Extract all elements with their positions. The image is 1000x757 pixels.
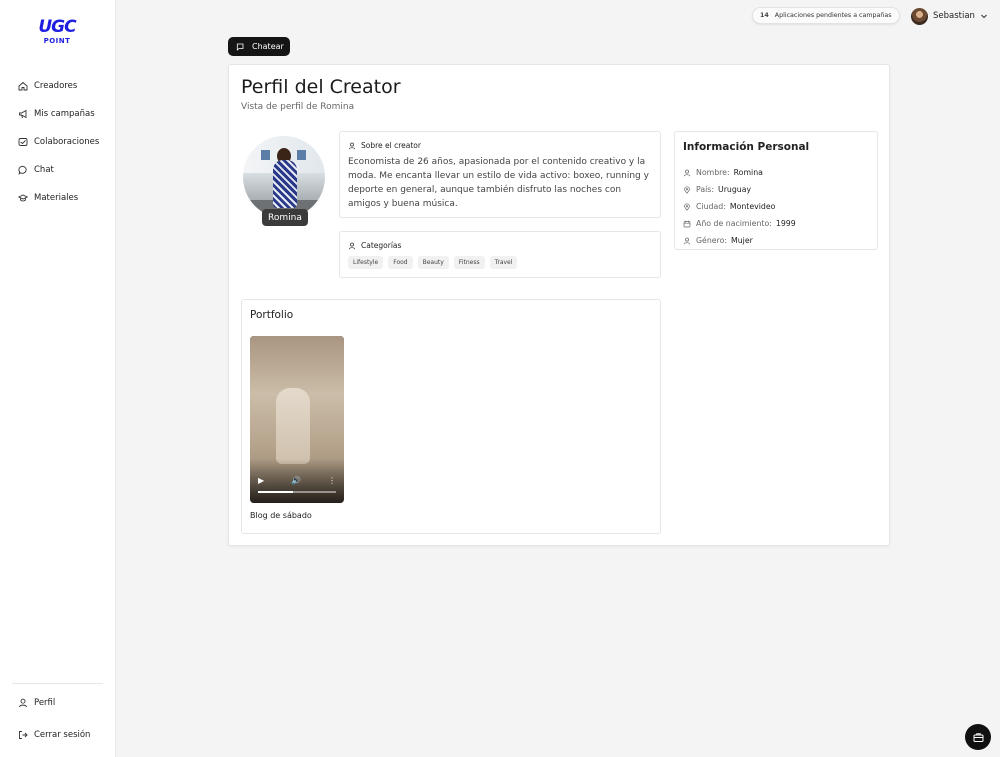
info-label: País:	[696, 185, 714, 194]
user-menu[interactable]: Sebastian	[911, 7, 988, 25]
about-text: Economista de 26 años, apasionada por el…	[348, 157, 649, 209]
user-icon	[683, 237, 691, 244]
sidebar-item-label: Cerrar sesión	[34, 730, 91, 740]
category-tag: Travel	[489, 256, 518, 269]
user-icon	[348, 242, 356, 249]
pending-applications-badge[interactable]: 14 Aplicaciones pendientes a campañas	[752, 7, 900, 24]
sidebar-item-creadores[interactable]: Creadores	[0, 72, 116, 100]
portfolio-video[interactable]: ▶ 🔊 ⋮	[250, 336, 344, 503]
sidebar-item-label: Colaboraciones	[34, 137, 100, 147]
logo-subtext: POINT	[43, 37, 71, 45]
more-options-icon[interactable]: ⋮	[328, 476, 336, 485]
category-tags: Lifestyle Food Beauty Fitness Travel	[348, 256, 518, 269]
chat-icon	[236, 43, 244, 51]
megaphone-icon	[17, 109, 28, 120]
profile-photo	[243, 136, 325, 218]
category-tag: Beauty	[417, 256, 449, 269]
about-section: Sobre el creator Economista de 26 años, …	[339, 131, 661, 218]
page-title: Perfil del Creator	[241, 76, 401, 98]
chevron-down-icon	[981, 14, 987, 19]
personal-info-section: Información Personal Nombre: Romina País…	[674, 131, 878, 250]
avatar	[911, 7, 928, 25]
about-heading: Sobre el creator	[348, 141, 421, 150]
info-value: Mujer	[731, 236, 753, 245]
sidebar-item-label: Perfil	[34, 698, 56, 708]
info-row-genero: Género: Mujer	[683, 232, 796, 249]
info-row-anio-nacimiento: Año de nacimiento: 1999	[683, 215, 796, 232]
info-value: Uruguay	[718, 185, 752, 194]
handshake-icon	[17, 137, 28, 148]
sidebar-item-perfil[interactable]: Perfil	[0, 691, 116, 715]
sidebar-item-label: Materiales	[34, 193, 79, 203]
play-icon[interactable]: ▶	[258, 476, 264, 485]
sidebar-item-colaboraciones[interactable]: Colaboraciones	[0, 128, 116, 156]
category-tag: Food	[388, 256, 413, 269]
sidebar: UGC POINT Creadores Mis campañas Colabor…	[0, 0, 116, 757]
map-pin-icon	[684, 202, 690, 211]
info-label: Nombre:	[696, 168, 730, 177]
sidebar-bottom-nav: Perfil Cerrar sesión	[0, 691, 116, 747]
map-pin-icon	[684, 185, 690, 194]
profile-name-tag: Romina	[262, 209, 308, 226]
user-name: Sebastian	[933, 11, 975, 21]
portfolio-title: Portfolio	[250, 309, 294, 321]
sidebar-item-materiales[interactable]: Materiales	[0, 184, 116, 212]
video-progress-bar[interactable]	[258, 491, 336, 493]
page-subtitle: Vista de perfil de Romina	[241, 102, 355, 112]
info-row-ciudad: Ciudad: Montevideo	[683, 198, 796, 215]
info-row-nombre: Nombre: Romina	[683, 164, 796, 181]
sidebar-item-label: Creadores	[34, 81, 78, 91]
info-value: 1999	[775, 219, 796, 228]
info-value: Romina	[733, 168, 763, 177]
logout-button[interactable]: Cerrar sesión	[0, 723, 116, 747]
floating-action-button[interactable]	[965, 724, 991, 750]
categories-section: Categorías Lifestyle Food Beauty Fitness…	[339, 231, 661, 278]
personal-info-title: Información Personal	[683, 141, 810, 153]
category-tag: Fitness	[453, 256, 485, 269]
about-heading-label: Sobre el creator	[361, 141, 421, 150]
video-caption: Blog de sábado	[250, 511, 312, 520]
logo-text: UGC	[38, 17, 76, 37]
pending-count: 14	[760, 12, 769, 19]
briefcase-icon	[973, 732, 983, 742]
calendar-icon	[683, 220, 691, 227]
info-value: Montevideo	[729, 202, 776, 211]
brand-logo[interactable]: UGC POINT	[36, 17, 78, 47]
user-icon	[683, 169, 691, 176]
profile-card: Perfil del Creator Vista de perfil de Ro…	[228, 64, 890, 546]
video-controls: ▶ 🔊 ⋮	[258, 476, 336, 485]
volume-icon[interactable]: 🔊	[291, 476, 301, 485]
portfolio-section: Portfolio ▶ 🔊 ⋮ Blog de sábado	[241, 299, 661, 534]
info-row-pais: País: Uruguay	[683, 181, 796, 198]
chatear-label: Chatear	[252, 42, 284, 51]
personal-info-list: Nombre: Romina País: Uruguay Ciudad: Mon…	[683, 164, 796, 249]
video-progress-fill	[258, 491, 294, 493]
pending-text: Aplicaciones pendientes a campañas	[774, 12, 892, 19]
home-icon	[17, 81, 28, 92]
category-tag: Lifestyle	[348, 256, 384, 269]
sidebar-item-label: Chat	[34, 165, 54, 175]
info-label: Año de nacimiento:	[696, 219, 772, 228]
info-label: Ciudad:	[696, 202, 726, 211]
info-label: Género:	[696, 236, 728, 245]
sidebar-item-mis-campanas[interactable]: Mis campañas	[0, 100, 116, 128]
user-icon	[17, 698, 28, 709]
chatear-button[interactable]: Chatear	[228, 37, 290, 56]
chat-icon	[17, 165, 28, 176]
logout-icon	[17, 730, 28, 741]
user-icon	[348, 142, 356, 149]
sidebar-nav: Creadores Mis campañas Colaboraciones Ch…	[0, 72, 116, 212]
categories-heading: Categorías	[348, 241, 401, 250]
categories-heading-label: Categorías	[361, 241, 402, 250]
sidebar-item-chat[interactable]: Chat	[0, 156, 116, 184]
sidebar-item-label: Mis campañas	[34, 109, 95, 119]
graduation-cap-icon	[17, 193, 28, 204]
sidebar-divider	[12, 683, 103, 684]
